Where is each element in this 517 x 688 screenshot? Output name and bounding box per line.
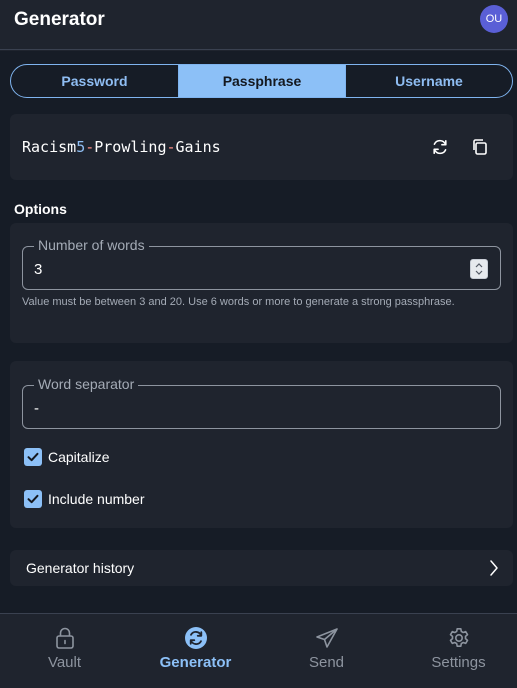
number-stepper[interactable] xyxy=(470,259,488,279)
nav-send[interactable]: Send xyxy=(262,614,391,688)
send-icon xyxy=(315,628,338,648)
nav-send-label: Send xyxy=(308,654,345,671)
app-header: Generator OU xyxy=(0,0,517,50)
copy-icon xyxy=(473,139,487,155)
nav-vault[interactable]: Vault xyxy=(0,614,129,688)
checkmark-icon xyxy=(27,494,39,504)
avatar[interactable]: OU xyxy=(480,5,508,33)
passphrase-separator: - xyxy=(85,138,95,156)
options-heading: Options xyxy=(14,201,67,217)
tab-passphrase[interactable]: Passphrase xyxy=(178,65,345,97)
passphrase-separator: - xyxy=(166,138,176,156)
main-content: Password Passphrase Username Racism5-Pro… xyxy=(0,51,517,613)
refresh-icon xyxy=(433,139,447,155)
passphrase-number: 5 xyxy=(76,138,86,156)
separator-options-card: Word separator - Capitalize Include numb… xyxy=(10,361,513,528)
generated-value-card: Racism5-Prowling-Gains xyxy=(10,114,513,180)
nav-generator[interactable]: Generator xyxy=(131,614,260,688)
tab-username[interactable]: Username xyxy=(345,65,512,97)
nav-settings-label: Settings xyxy=(431,654,486,671)
generator-type-tabs: Password Passphrase Username xyxy=(10,64,513,98)
number-of-words-card: Number of words 3 Value must be between … xyxy=(10,223,513,343)
word-separator-field[interactable]: Word separator - xyxy=(22,376,501,429)
include-number-label: Include number xyxy=(48,491,145,507)
number-of-words-value[interactable]: 3 xyxy=(34,261,42,278)
word-separator-value[interactable]: - xyxy=(34,400,39,417)
checkmark-icon xyxy=(27,452,39,462)
nav-settings[interactable]: Settings xyxy=(394,614,517,688)
tab-password[interactable]: Password xyxy=(11,65,178,97)
generated-passphrase[interactable]: Racism5-Prowling-Gains xyxy=(22,138,221,156)
word-separator-label: Word separator xyxy=(34,376,139,392)
include-number-option[interactable]: Include number xyxy=(24,490,145,508)
capitalize-option[interactable]: Capitalize xyxy=(24,448,109,466)
nav-generator-label: Generator xyxy=(159,654,232,671)
bottom-nav: Vault Generator Send Settings xyxy=(0,613,517,687)
number-of-words-field[interactable]: Number of words 3 xyxy=(22,237,501,290)
capitalize-label: Capitalize xyxy=(48,449,110,465)
chevron-right-icon xyxy=(490,560,498,576)
generator-history-label: Generator history xyxy=(26,560,135,576)
passphrase-word: Prowling xyxy=(94,138,167,156)
generator-icon xyxy=(184,627,207,649)
generator-history-button[interactable]: Generator history xyxy=(10,550,513,586)
capitalize-checkbox[interactable] xyxy=(24,448,42,466)
gear-icon xyxy=(449,628,468,647)
chevron-up-icon xyxy=(475,263,483,268)
copy-button[interactable] xyxy=(468,135,492,159)
passphrase-word: Gains xyxy=(175,138,221,156)
number-of-words-label: Number of words xyxy=(34,237,149,253)
number-of-words-hint: Value must be between 3 and 20. Use 6 wo… xyxy=(22,296,455,308)
nav-vault-label: Vault xyxy=(47,654,82,671)
include-number-checkbox[interactable] xyxy=(24,490,42,508)
page-title: Generator xyxy=(14,9,105,30)
lock-icon xyxy=(55,627,74,649)
chevron-down-icon xyxy=(475,270,483,275)
passphrase-word: Racism xyxy=(22,138,77,156)
regenerate-button[interactable] xyxy=(428,135,452,159)
